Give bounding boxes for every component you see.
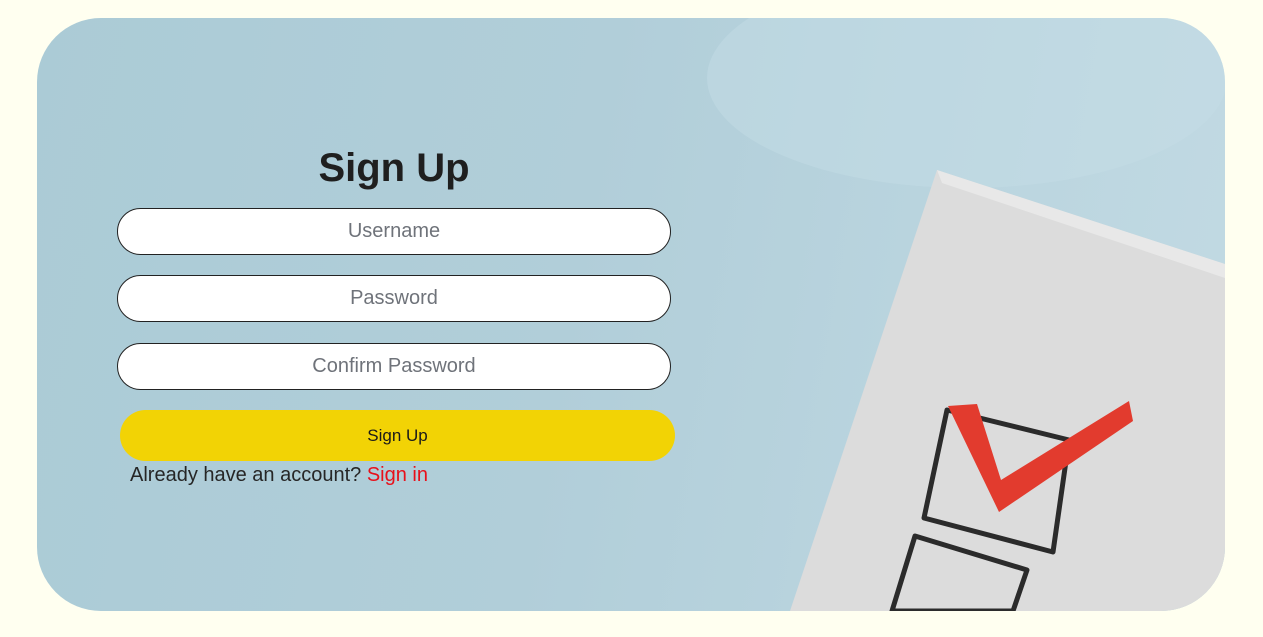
confirm-password-input[interactable]: [117, 343, 671, 390]
signup-card: Sign Up Sign Up Already have an account?…: [37, 18, 1225, 611]
signin-prompt: Already have an account? Sign in: [130, 464, 428, 487]
signin-link[interactable]: Sign in: [367, 464, 428, 486]
signup-button[interactable]: Sign Up: [120, 410, 675, 461]
background-light-patch: [707, 18, 1225, 188]
signin-prompt-text: Already have an account?: [130, 464, 362, 486]
username-input[interactable]: [117, 208, 671, 255]
page-title: Sign Up: [318, 146, 470, 190]
paper-sheet: [790, 170, 1225, 611]
password-input[interactable]: [117, 275, 671, 322]
